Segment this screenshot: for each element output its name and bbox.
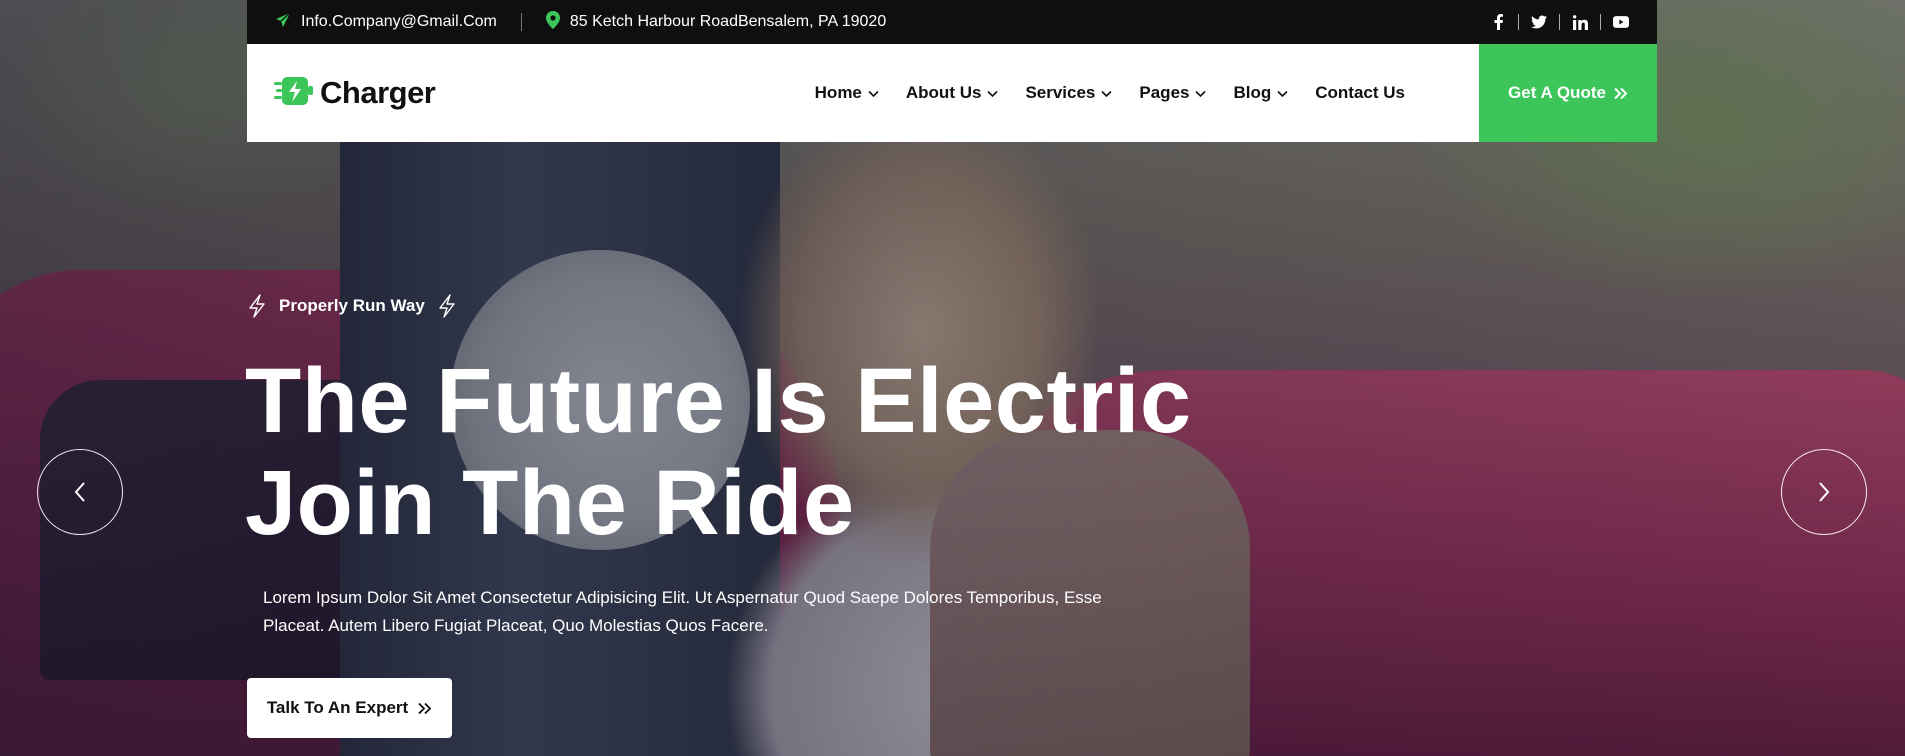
- hero-description: Lorem Ipsum Dolor Sit Amet Consectetur A…: [263, 588, 1102, 635]
- get-a-quote-label: Get A Quote: [1508, 83, 1606, 102]
- get-a-quote-button[interactable]: Get A Quote: [1479, 44, 1657, 142]
- social-divider: [1600, 14, 1601, 30]
- nav-item-about-us[interactable]: About Us: [906, 83, 999, 103]
- nav-item-label: Services: [1025, 83, 1096, 102]
- talk-to-expert-label: Talk To An Expert: [266, 698, 409, 717]
- location-pin-icon: [545, 10, 560, 34]
- send-icon: [275, 12, 291, 33]
- lightning-bolt-icon: [249, 294, 265, 318]
- headline-line-2: Join The Ride: [245, 452, 855, 554]
- headline-line-1: The Future Is Electric: [245, 350, 1192, 452]
- chevron-right-icon: [1819, 482, 1830, 502]
- slider-prev-button[interactable]: [37, 449, 123, 535]
- slider-next-button[interactable]: [1781, 449, 1867, 535]
- nav-item-label: Pages: [1139, 83, 1190, 102]
- tagline-text: Properly Run Way: [279, 296, 425, 315]
- social-divider: [1518, 14, 1519, 30]
- nav-item-home[interactable]: Home: [815, 83, 879, 103]
- hero-headline: The Future Is Electric Join The Ride: [245, 350, 1245, 554]
- top-bar: Info.Company@Gmail.Com 85 Ketch Harbour …: [247, 0, 1657, 44]
- nav-item-label: Home: [814, 83, 862, 102]
- chevron-down-icon: [1101, 90, 1112, 97]
- charger-logo-icon: [274, 73, 314, 114]
- nav-item-label: Contact Us: [1315, 83, 1405, 102]
- brand-logo[interactable]: Charger: [274, 73, 436, 114]
- brand-name: Charger: [320, 75, 436, 110]
- social-links: [1490, 14, 1629, 30]
- main-navbar: Charger Home About Us Services Pages Blo…: [247, 44, 1657, 142]
- youtube-icon[interactable]: [1613, 14, 1629, 30]
- chevron-down-icon: [987, 90, 999, 97]
- hero-tagline: Properly Run Way: [247, 294, 457, 318]
- address-text: 85 Ketch Harbour RoadBensalem, PA 19020: [569, 13, 887, 30]
- nav-menu: Home About Us Services Pages Blog Contac…: [815, 83, 1405, 103]
- nav-item-label: Blog: [1233, 83, 1272, 102]
- nav-item-label: About Us: [905, 83, 982, 102]
- chevron-down-icon: [868, 90, 879, 97]
- chevron-down-icon: [1277, 90, 1288, 97]
- social-divider: [1559, 14, 1560, 30]
- chevron-down-icon: [1195, 90, 1207, 97]
- facebook-icon[interactable]: [1490, 14, 1506, 30]
- double-chevron-right-icon: [418, 702, 432, 714]
- topbar-email[interactable]: Info.Company@Gmail.Com: [275, 12, 497, 33]
- twitter-icon[interactable]: [1531, 14, 1547, 30]
- chevron-left-icon: [74, 482, 85, 502]
- nav-item-pages[interactable]: Pages: [1139, 83, 1207, 103]
- linkedin-icon[interactable]: [1572, 14, 1588, 30]
- double-chevron-right-icon: [1614, 87, 1628, 99]
- topbar-address: 85 Ketch Harbour RoadBensalem, PA 19020: [545, 10, 887, 34]
- talk-to-expert-button[interactable]: Talk To An Expert: [247, 678, 452, 738]
- nav-item-contact-us[interactable]: Contact Us: [1315, 83, 1405, 103]
- email-text: Info.Company@Gmail.Com: [301, 13, 497, 30]
- lightning-bolt-icon: [439, 294, 455, 318]
- nav-item-services[interactable]: Services: [1025, 83, 1112, 103]
- topbar-divider: [520, 13, 522, 31]
- nav-item-blog[interactable]: Blog: [1233, 83, 1288, 103]
